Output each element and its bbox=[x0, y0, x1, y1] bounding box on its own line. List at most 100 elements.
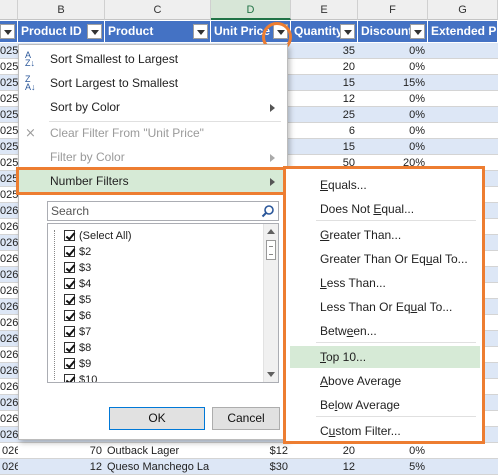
quantity-cell[interactable]: 12 bbox=[291, 91, 358, 107]
discount-cell[interactable]: 0% bbox=[358, 443, 428, 459]
column-header-f[interactable]: F bbox=[358, 0, 428, 20]
checkbox-checked-icon[interactable] bbox=[64, 358, 75, 369]
sort-descending-icon: Z A↓ bbox=[25, 74, 36, 92]
order-id-cell[interactable]: 026 bbox=[0, 315, 18, 331]
checkbox-checked-icon[interactable] bbox=[64, 310, 75, 321]
header-cell-quantity: Quantity bbox=[291, 21, 358, 42]
column-header-g[interactable]: G bbox=[428, 0, 498, 20]
discount-cell[interactable]: 0% bbox=[358, 107, 428, 123]
quantity-cell[interactable]: 35 bbox=[291, 43, 358, 59]
scroll-thumb[interactable] bbox=[266, 240, 276, 260]
column-header[interactable] bbox=[0, 0, 18, 20]
order-id-cell[interactable]: 026 bbox=[0, 235, 18, 251]
checkbox-label: $4 bbox=[79, 278, 92, 290]
quantity-cell[interactable]: 20 bbox=[291, 443, 358, 459]
number-filter-item[interactable]: Less Than... bbox=[290, 272, 480, 294]
checkbox-checked-icon[interactable] bbox=[64, 374, 75, 382]
number-filter-item[interactable]: Top 10... bbox=[290, 346, 480, 368]
checkbox-checked-icon[interactable] bbox=[64, 262, 75, 273]
discount-cell[interactable]: 0% bbox=[358, 139, 428, 155]
order-id-cell[interactable]: 026 bbox=[0, 283, 18, 299]
number-filter-item[interactable]: Equals... bbox=[290, 174, 480, 196]
order-id-cell[interactable]: 025 bbox=[0, 91, 18, 107]
discount-cell[interactable]: 0% bbox=[358, 59, 428, 75]
header-cell-product: Product bbox=[105, 21, 211, 42]
order-id-cell[interactable]: 025 bbox=[0, 139, 18, 155]
order-id-cell[interactable]: 025 bbox=[0, 43, 18, 59]
ok-button[interactable]: OK bbox=[109, 407, 205, 430]
sort-descending-item[interactable]: Z A↓ Sort Largest to Smallest bbox=[19, 71, 287, 95]
number-filter-item[interactable]: Does Not Equal... bbox=[290, 198, 480, 220]
number-filter-item[interactable]: Between... bbox=[290, 320, 480, 342]
order-id-cell[interactable]: 026 bbox=[0, 203, 18, 219]
sort-ascending-item[interactable]: A Z↓ Sort Smallest to Largest bbox=[19, 47, 287, 71]
order-id-cell[interactable]: 026 bbox=[0, 363, 18, 379]
quantity-cell[interactable]: 15 bbox=[291, 139, 358, 155]
number-filter-item[interactable]: Custom Filter... bbox=[290, 420, 480, 442]
order-id-cell[interactable]: 026 bbox=[0, 331, 18, 347]
column-letter: F bbox=[389, 4, 396, 16]
values-list[interactable]: (Select All)$2$3$4$5$6$7$8$9$10$11 bbox=[47, 223, 279, 383]
order-id-cell[interactable]: 0265 bbox=[0, 459, 18, 475]
order-id-cell[interactable]: 026 bbox=[0, 411, 18, 427]
order-id-cell[interactable]: 026 bbox=[0, 347, 18, 363]
product-cell[interactable]: Queso Manchego La bbox=[105, 459, 211, 475]
column-header-b[interactable]: B bbox=[18, 0, 105, 20]
column-header-c[interactable]: C bbox=[105, 0, 211, 20]
discount-cell[interactable]: 0% bbox=[358, 43, 428, 59]
order-id-cell[interactable]: 025 bbox=[0, 123, 18, 139]
quantity-cell[interactable]: 6 bbox=[291, 123, 358, 139]
quantity-cell[interactable]: 12 bbox=[291, 459, 358, 475]
order-id-cell[interactable]: 026 bbox=[0, 251, 18, 267]
checkbox-checked-icon[interactable] bbox=[64, 294, 75, 305]
product-cell[interactable]: Outback Lager bbox=[105, 443, 211, 459]
order-id-cell[interactable]: 026 bbox=[0, 427, 18, 443]
order-id-cell[interactable]: 026 bbox=[0, 395, 18, 411]
number-filter-item[interactable]: Greater Than... bbox=[290, 224, 480, 246]
search-icon[interactable] bbox=[261, 204, 275, 218]
column-header-e[interactable]: E bbox=[291, 0, 358, 20]
sort-by-color-item[interactable]: Sort by Color bbox=[19, 95, 287, 119]
number-filter-item[interactable]: Below Average bbox=[290, 394, 480, 416]
checkbox-checked-icon[interactable] bbox=[64, 326, 75, 337]
order-id-cell[interactable]: 026 bbox=[0, 379, 18, 395]
unit-price-cell[interactable]: $30 bbox=[211, 459, 291, 475]
checkbox-checked-icon[interactable] bbox=[64, 246, 75, 257]
quantity-cell[interactable]: 25 bbox=[291, 107, 358, 123]
order-id-cell[interactable]: 026 bbox=[0, 219, 18, 235]
order-id-cell[interactable]: 025 bbox=[0, 75, 18, 91]
cancel-button[interactable]: Cancel bbox=[212, 407, 280, 430]
scroll-up-icon[interactable] bbox=[267, 229, 275, 234]
product-id-cell[interactable]: 12 bbox=[18, 459, 105, 475]
discount-cell[interactable]: 5% bbox=[358, 459, 428, 475]
checkbox-checked-icon[interactable] bbox=[64, 230, 75, 241]
filter-dropdown-button[interactable] bbox=[410, 24, 425, 39]
discount-cell[interactable]: 0% bbox=[358, 91, 428, 107]
order-id-cell[interactable]: 026 bbox=[0, 299, 18, 315]
vertical-scrollbar[interactable] bbox=[263, 224, 278, 382]
discount-cell[interactable]: 15% bbox=[358, 75, 428, 91]
checkbox-checked-icon[interactable] bbox=[64, 278, 75, 289]
search-input[interactable] bbox=[48, 202, 254, 220]
discount-cell[interactable]: 0% bbox=[358, 123, 428, 139]
quantity-cell[interactable]: 15 bbox=[291, 75, 358, 91]
filter-dropdown-button[interactable] bbox=[340, 24, 355, 39]
unit-price-cell[interactable]: $12 bbox=[211, 443, 291, 459]
order-id-cell[interactable]: 0265 bbox=[0, 443, 18, 459]
quantity-cell[interactable]: 20 bbox=[291, 59, 358, 75]
header-label: Product ID bbox=[21, 24, 82, 38]
product-id-cell[interactable]: 70 bbox=[18, 443, 105, 459]
column-header-d[interactable]: D bbox=[211, 0, 291, 20]
number-filter-item[interactable]: Greater Than Or Equal To... bbox=[290, 248, 480, 270]
filter-dropdown-button[interactable] bbox=[0, 24, 15, 39]
filter-dropdown-button[interactable] bbox=[193, 24, 208, 39]
menu-item-label: Greater Than Or Equal To... bbox=[320, 252, 468, 266]
order-id-cell[interactable]: 025 bbox=[0, 59, 18, 75]
order-id-cell[interactable]: 026 bbox=[0, 267, 18, 283]
number-filter-item[interactable]: Above Average bbox=[290, 370, 480, 392]
filter-dropdown-button[interactable] bbox=[87, 24, 102, 39]
scroll-down-icon[interactable] bbox=[267, 372, 275, 377]
number-filter-item[interactable]: Less Than Or Equal To... bbox=[290, 296, 480, 318]
checkbox-checked-icon[interactable] bbox=[64, 342, 75, 353]
order-id-cell[interactable]: 025 bbox=[0, 107, 18, 123]
